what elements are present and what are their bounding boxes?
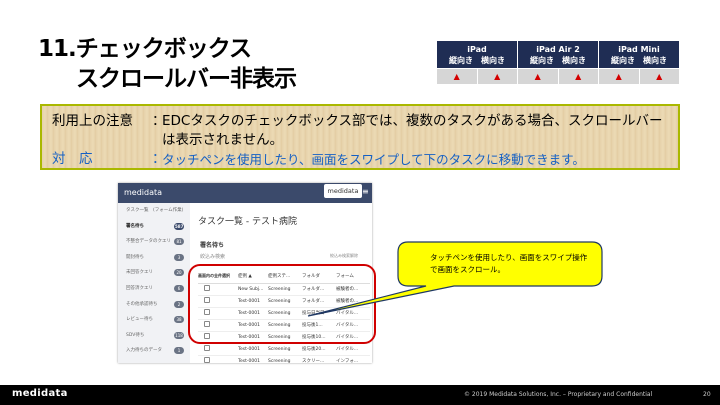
sidebar-item-answered-query[interactable]: 回答済クエリ 6 xyxy=(118,281,190,297)
app-sidebar: タスク一覧 (フォーム作業) 署名待ち 587 不整合データのクエリ 81 開封待ち… xyxy=(118,203,190,363)
title-line-1: 11.チェックボックス xyxy=(38,36,252,62)
page-title: タスク一覧 - テスト病院 xyxy=(198,217,297,227)
callout-text: タッチペンを使用したり、画面をスワイプ操作で画面をスクロール。 xyxy=(430,253,588,274)
count-badge: 81 xyxy=(174,238,184,246)
count-badge: 118 xyxy=(174,331,184,339)
warning-mark: ▲ xyxy=(436,68,478,85)
note-response-label: 対 応 xyxy=(52,151,93,167)
count-badge: 3 xyxy=(174,253,184,261)
sidebar-item-other-approval[interactable]: その他承認待ち 2 xyxy=(118,297,190,313)
sidebar-item-awaiting-signature[interactable]: 署名待ち 587 xyxy=(118,219,190,235)
table-row[interactable]: Test-0001 Screening スクリー... インフォ... xyxy=(198,355,370,363)
table-row[interactable]: Test-0001 Screening 投与後20... バイタル... xyxy=(198,343,370,356)
note-caution-row: 利用上の注意 ： EDCタスクのチェックボックス部では、複数のタスクがある場合、… xyxy=(52,112,668,150)
row-checkbox[interactable] xyxy=(204,345,210,351)
app-brand: medidata xyxy=(124,188,163,197)
footer-logo: medidata xyxy=(12,388,68,399)
app-logo-badge: medidata xyxy=(324,184,362,198)
menu-icon[interactable]: ≡ xyxy=(362,187,370,197)
usage-note-box: 利用上の注意 ： EDCタスクのチェックボックス部では、複数のタスクがある場合、… xyxy=(40,104,680,170)
sidebar-item-unanswered-query[interactable]: 未回答クエリ 20 xyxy=(118,265,190,281)
page-number: 20 xyxy=(703,391,711,398)
warning-mark: ▲ xyxy=(557,68,599,85)
sidebar-item-task-list[interactable]: タスク一覧 (フォーム作業) xyxy=(118,203,190,219)
warning-mark: ▲ xyxy=(638,68,680,85)
sidebar-item-inconsistent-query[interactable]: 不整合データのクエリ 81 xyxy=(118,234,190,250)
app-topbar: medidata medidata ≡ xyxy=(118,183,372,203)
count-badge: 6 xyxy=(174,284,184,292)
warning-mark: ▲ xyxy=(476,68,518,85)
footer-copyright: © 2019 Medidata Solutions, Inc. – Propri… xyxy=(464,391,653,398)
count-badge: 20 xyxy=(174,269,184,277)
count-badge: 1 xyxy=(174,347,184,355)
count-badge: 587 xyxy=(174,222,185,230)
sidebar-item-awaiting-review[interactable]: レビュー待ち 38 xyxy=(118,312,190,328)
title-line-2: スクロールバー非表示 xyxy=(76,66,297,92)
sidebar-item-awaiting-open[interactable]: 開封待ち 3 xyxy=(118,250,190,266)
filter-search-link[interactable]: 絞込み検索 xyxy=(200,253,225,260)
device-compat-table: iPad 縦向き 横向き iPad Air 2 縦向き 横向き iPad Mini 縦… xyxy=(436,40,680,85)
warning-mark: ▲ xyxy=(598,68,640,85)
warning-mark: ▲ xyxy=(517,68,559,85)
note-caution-label: 利用上の注意 xyxy=(52,113,133,129)
compat-header-ipad-air2: iPad Air 2 縦向き 横向き xyxy=(517,40,599,69)
compat-header-ipad-mini: iPad Mini 縦向き 横向き xyxy=(598,40,680,69)
section-title: 署名待ち xyxy=(200,242,225,249)
slide-title: 11.チェックボックス スクロールバー非表示 xyxy=(38,34,297,94)
count-badge: 2 xyxy=(174,300,184,308)
callout-bubble: タッチペンを使用したり、画面をスワイプ操作で画面をスクロール。 xyxy=(307,240,604,317)
note-response-text: タッチペンを使用したり、画面をスワイプして下のタスクに移動できます。 xyxy=(162,152,585,167)
row-checkbox[interactable] xyxy=(204,357,210,363)
footer-bar: medidata © 2019 Medidata Solutions, Inc.… xyxy=(0,385,720,405)
count-badge: 38 xyxy=(174,316,184,324)
note-response-row: 対 応 ： タッチペンを使用したり、画面をスワイプして下のタスクに移動できます。 xyxy=(52,150,668,169)
compat-header-ipad: iPad 縦向き 横向き xyxy=(436,40,518,69)
sidebar-item-awaiting-sdv[interactable]: SDV待ち 118 xyxy=(118,328,190,344)
sidebar-item-awaiting-entry[interactable]: 入力待ちのデータ 1 xyxy=(118,343,190,359)
note-caution-text: EDCタスクのチェックボックス部では、複数のタスクがある場合、スクロールバーは表… xyxy=(162,113,663,148)
